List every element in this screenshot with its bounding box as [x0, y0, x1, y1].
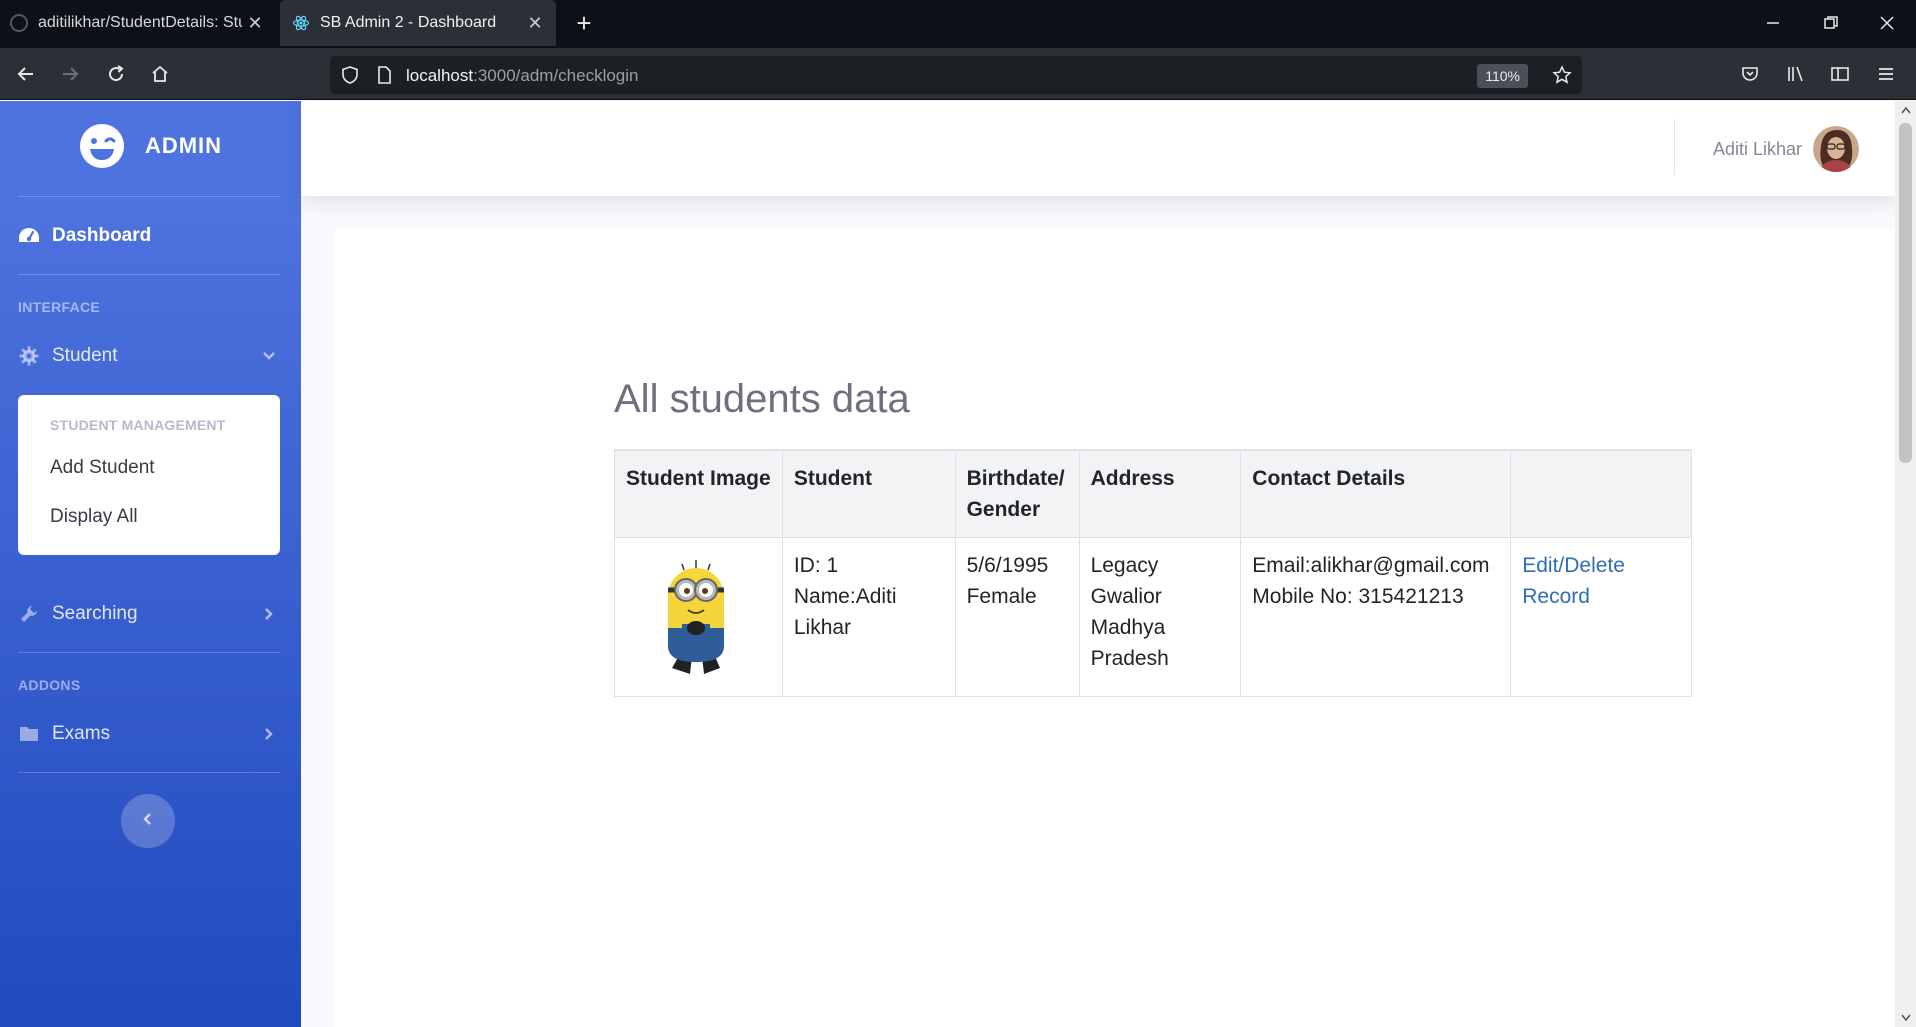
sidebar-divider [18, 772, 280, 773]
pocket-icon[interactable] [1734, 58, 1766, 90]
sidebar-item-label: Exams [52, 723, 111, 744]
new-tab-button[interactable]: + [568, 8, 600, 40]
column-header-actions [1510, 449, 1692, 538]
address-cell: Legacy Gwalior Madhya Pradesh [1078, 537, 1242, 697]
restore-icon[interactable] [1802, 0, 1860, 46]
chevron-right-icon [261, 606, 277, 628]
user-name[interactable]: Aditi Likhar [1713, 139, 1802, 160]
reload-icon[interactable] [100, 58, 132, 90]
student-id: ID: 1 [793, 554, 839, 577]
table-header-row: Student Image Student Birthdate/ Gender … [614, 449, 1692, 538]
chevron-left-icon [141, 812, 155, 831]
sidebar-heading-addons: ADDONS [18, 677, 81, 693]
column-header-birthdate-gender: Birthdate/ Gender [954, 449, 1080, 538]
folder-icon [18, 723, 40, 745]
tab-title: aditilikhar/StudentDetails: Stude [38, 14, 242, 31]
topbar-divider [1674, 119, 1675, 175]
laugh-wink-icon [79, 123, 125, 169]
table-row: ID: 1 Name:Aditi Likhar 5/6/1995 Female … [614, 537, 1692, 697]
sidebar-divider [18, 274, 280, 275]
edit-delete-record-link[interactable]: Edit/Delete Record [1522, 554, 1625, 608]
submenu-item-add-student[interactable]: Add Student [50, 457, 155, 479]
page-info-icon[interactable] [374, 65, 394, 90]
sidebar-item-student[interactable]: Student [0, 331, 301, 381]
student-submenu: STUDENT MANAGEMENT Add Student Display A… [18, 395, 280, 555]
student-name: Name:Aditi Likhar [793, 585, 897, 639]
student-email: Email:alikhar@gmail.com [1252, 554, 1490, 577]
sidebar-item-label: Dashboard [52, 225, 152, 246]
scrollbar-thumb[interactable] [1899, 123, 1912, 463]
library-icon[interactable] [1780, 58, 1812, 90]
tab-github[interactable]: aditilikhar/StudentDetails: Stude ✕ [0, 0, 276, 46]
tab-dashboard[interactable]: SB Admin 2 - Dashboard ✕ [280, 0, 556, 46]
url-host: localhost [406, 66, 474, 85]
tab-title: SB Admin 2 - Dashboard [320, 14, 497, 31]
sidebar-toggle-button[interactable] [121, 794, 175, 848]
topbar: Aditi Likhar [301, 101, 1895, 196]
shield-icon[interactable] [340, 65, 360, 90]
avatar[interactable] [1813, 126, 1859, 172]
browser-toolbar: localhost:3000/adm/checklogin 110% [0, 48, 1916, 100]
sidebar-item-label: Searching [52, 603, 138, 624]
student-mobile: Mobile No: 315421213 [1252, 585, 1464, 608]
brand-text: ADMIN [144, 133, 223, 158]
column-header-student-image: Student Image [614, 449, 783, 538]
sidebar-brand[interactable]: ADMIN [0, 101, 301, 191]
sidebar-item-searching[interactable]: Searching [0, 589, 301, 639]
student-photo [652, 550, 740, 680]
browser-tab-bar: aditilikhar/StudentDetails: Stude ✕ SB A… [0, 0, 1916, 48]
close-tab-icon[interactable]: ✕ [242, 13, 268, 34]
scroll-up-icon[interactable] [1895, 101, 1916, 119]
minimize-icon[interactable] [1744, 0, 1802, 46]
home-icon[interactable] [144, 58, 176, 90]
close-tab-icon[interactable]: ✕ [522, 13, 548, 34]
sidebar-divider [18, 196, 280, 197]
page-scrollbar[interactable] [1895, 101, 1916, 1027]
column-header-student: Student [781, 449, 956, 538]
chevron-down-icon [261, 348, 277, 370]
student-image-cell [614, 537, 783, 697]
sidebar-heading-interface: INTERFACE [18, 299, 101, 315]
github-icon [10, 14, 28, 32]
url-path: :3000/adm/checklogin [473, 66, 639, 85]
bookmark-star-icon[interactable] [1552, 65, 1572, 90]
address-bar[interactable]: localhost:3000/adm/checklogin 110% [330, 56, 1582, 94]
students-table: Student Image Student Birthdate/ Gender … [614, 449, 1692, 697]
wrench-icon [18, 603, 40, 625]
close-window-icon[interactable] [1858, 0, 1916, 46]
sidebar-divider [18, 652, 280, 653]
sidebar-item-dashboard[interactable]: Dashboard [0, 211, 301, 261]
zoom-indicator[interactable]: 110% [1477, 64, 1528, 88]
back-icon[interactable] [10, 58, 42, 90]
page-title: All students data [614, 377, 910, 421]
contact-cell: Email:alikhar@gmail.com Mobile No: 31542… [1240, 537, 1512, 697]
chevron-right-icon [261, 726, 277, 748]
cog-icon [18, 345, 40, 367]
sidebar: ADMIN Dashboard INTERFACE Student STUDEN… [0, 101, 301, 1027]
sidebar-item-exams[interactable]: Exams [0, 709, 301, 759]
actions-cell: Edit/Delete Record [1510, 537, 1692, 697]
student-gender: Female [966, 585, 1037, 608]
student-birthdate: 5/6/1995 [966, 554, 1049, 577]
content-card: All students data Student Image Student … [334, 229, 1895, 1027]
menu-icon[interactable] [1870, 58, 1902, 90]
submenu-header: STUDENT MANAGEMENT [50, 417, 226, 433]
url-text[interactable]: localhost:3000/adm/checklogin [406, 66, 639, 86]
tachometer-icon [18, 225, 40, 247]
column-header-contact-details: Contact Details [1240, 449, 1512, 538]
react-icon [292, 14, 310, 32]
sidebar-item-label: Student [52, 345, 118, 366]
student-cell: ID: 1 Name:Aditi Likhar [781, 537, 956, 697]
scroll-down-icon[interactable] [1895, 1009, 1916, 1027]
birthdate-gender-cell: 5/6/1995 Female [954, 537, 1080, 697]
sidebar-toggle-icon[interactable] [1824, 58, 1856, 90]
submenu-item-display-all[interactable]: Display All [50, 506, 138, 528]
column-header-address: Address [1078, 449, 1242, 538]
forward-icon[interactable] [54, 58, 86, 90]
